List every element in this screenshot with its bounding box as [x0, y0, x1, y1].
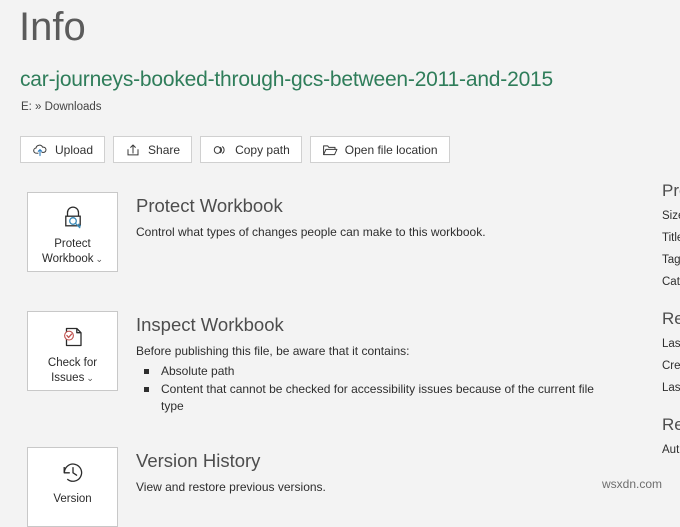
version-history-section: Version Version History View and restore… — [27, 447, 326, 527]
clock-history-icon — [56, 457, 90, 489]
protect-workbook-button-label: Protect Workbook ⌄ — [41, 238, 104, 265]
property-row-tags[interactable]: Tags — [662, 249, 680, 271]
inspect-workbook-section: Check for Issues ⌄ Inspect Workbook Befor… — [27, 311, 601, 416]
version-history-body: Version History View and restore previou… — [136, 447, 326, 496]
protect-workbook-description: Control what types of changes people can… — [136, 225, 486, 239]
properties-pane: Properties Size Title Tags Categories Re… — [662, 180, 680, 476]
upload-button-label: Upload — [55, 142, 94, 157]
share-button-label: Share — [148, 142, 181, 157]
chevron-down-icon: ⌄ — [86, 373, 94, 383]
inspect-workbook-issue-list: Absolute path Content that cannot be che… — [136, 363, 601, 415]
protect-workbook-section: Protect Workbook ⌄ Protect Workbook Contr… — [27, 192, 486, 272]
property-row-last-modified[interactable]: Last Modified — [662, 333, 680, 355]
inspect-workbook-description: Before publishing this file, be aware th… — [136, 344, 410, 358]
properties-group: Properties Size Title Tags Categories — [662, 180, 680, 293]
copy-path-button-label: Copy path — [235, 142, 290, 157]
properties-heading: Properties — [662, 181, 680, 200]
related-dates-group: Related Dates Last Modified Created Last… — [662, 308, 680, 399]
property-row-categories[interactable]: Categories — [662, 271, 680, 293]
file-command-buttons: Upload Share Copy path Open file locatio… — [20, 136, 450, 163]
document-check-icon — [56, 321, 90, 353]
upload-button[interactable]: Upload — [20, 136, 106, 163]
share-button[interactable]: Share — [113, 136, 193, 163]
property-row-last-printed[interactable]: Last Printed — [662, 377, 680, 399]
inspect-workbook-heading: Inspect Workbook — [136, 314, 284, 335]
info-backstage-page: Info car-journeys-booked-through-gcs-bet… — [0, 0, 680, 527]
protect-workbook-body: Protect Workbook Control what types of c… — [136, 192, 486, 241]
property-row-created[interactable]: Created — [662, 355, 680, 377]
property-row-author[interactable]: Author — [662, 439, 680, 461]
page-title: Info — [19, 5, 86, 49]
share-icon — [125, 142, 141, 158]
file-name: car-journeys-booked-through-gcs-between-… — [20, 68, 554, 91]
inspect-workbook-body: Inspect Workbook Before publishing this … — [136, 311, 601, 416]
list-item: Content that cannot be checked for acces… — [136, 381, 601, 415]
related-people-group: Related People Author — [662, 414, 680, 461]
protect-workbook-button[interactable]: Protect Workbook ⌄ — [27, 192, 118, 272]
watermark: wsxdn.com — [602, 477, 663, 491]
version-history-heading: Version History — [136, 450, 261, 471]
property-row-title[interactable]: Title — [662, 227, 680, 249]
check-for-issues-button-label: Check for Issues ⌄ — [47, 357, 98, 384]
check-for-issues-button[interactable]: Check for Issues ⌄ — [27, 311, 118, 391]
link-icon — [212, 142, 228, 158]
related-dates-heading: Related Dates — [662, 309, 680, 328]
list-item: Absolute path — [136, 363, 601, 380]
padlock-key-icon — [56, 202, 90, 234]
version-history-description: View and restore previous versions. — [136, 480, 326, 494]
folder-open-icon — [322, 142, 338, 158]
open-file-location-button-label: Open file location — [344, 142, 438, 157]
chevron-down-icon: ⌄ — [95, 254, 104, 264]
open-file-location-button[interactable]: Open file location — [309, 136, 450, 163]
property-row-size[interactable]: Size — [662, 205, 680, 227]
cloud-upload-icon — [32, 142, 48, 158]
related-people-heading: Related People — [662, 415, 680, 434]
file-path: E: » Downloads — [21, 101, 102, 113]
copy-path-button[interactable]: Copy path — [200, 136, 302, 163]
protect-workbook-heading: Protect Workbook — [136, 195, 283, 216]
version-history-button[interactable]: Version — [27, 447, 118, 527]
